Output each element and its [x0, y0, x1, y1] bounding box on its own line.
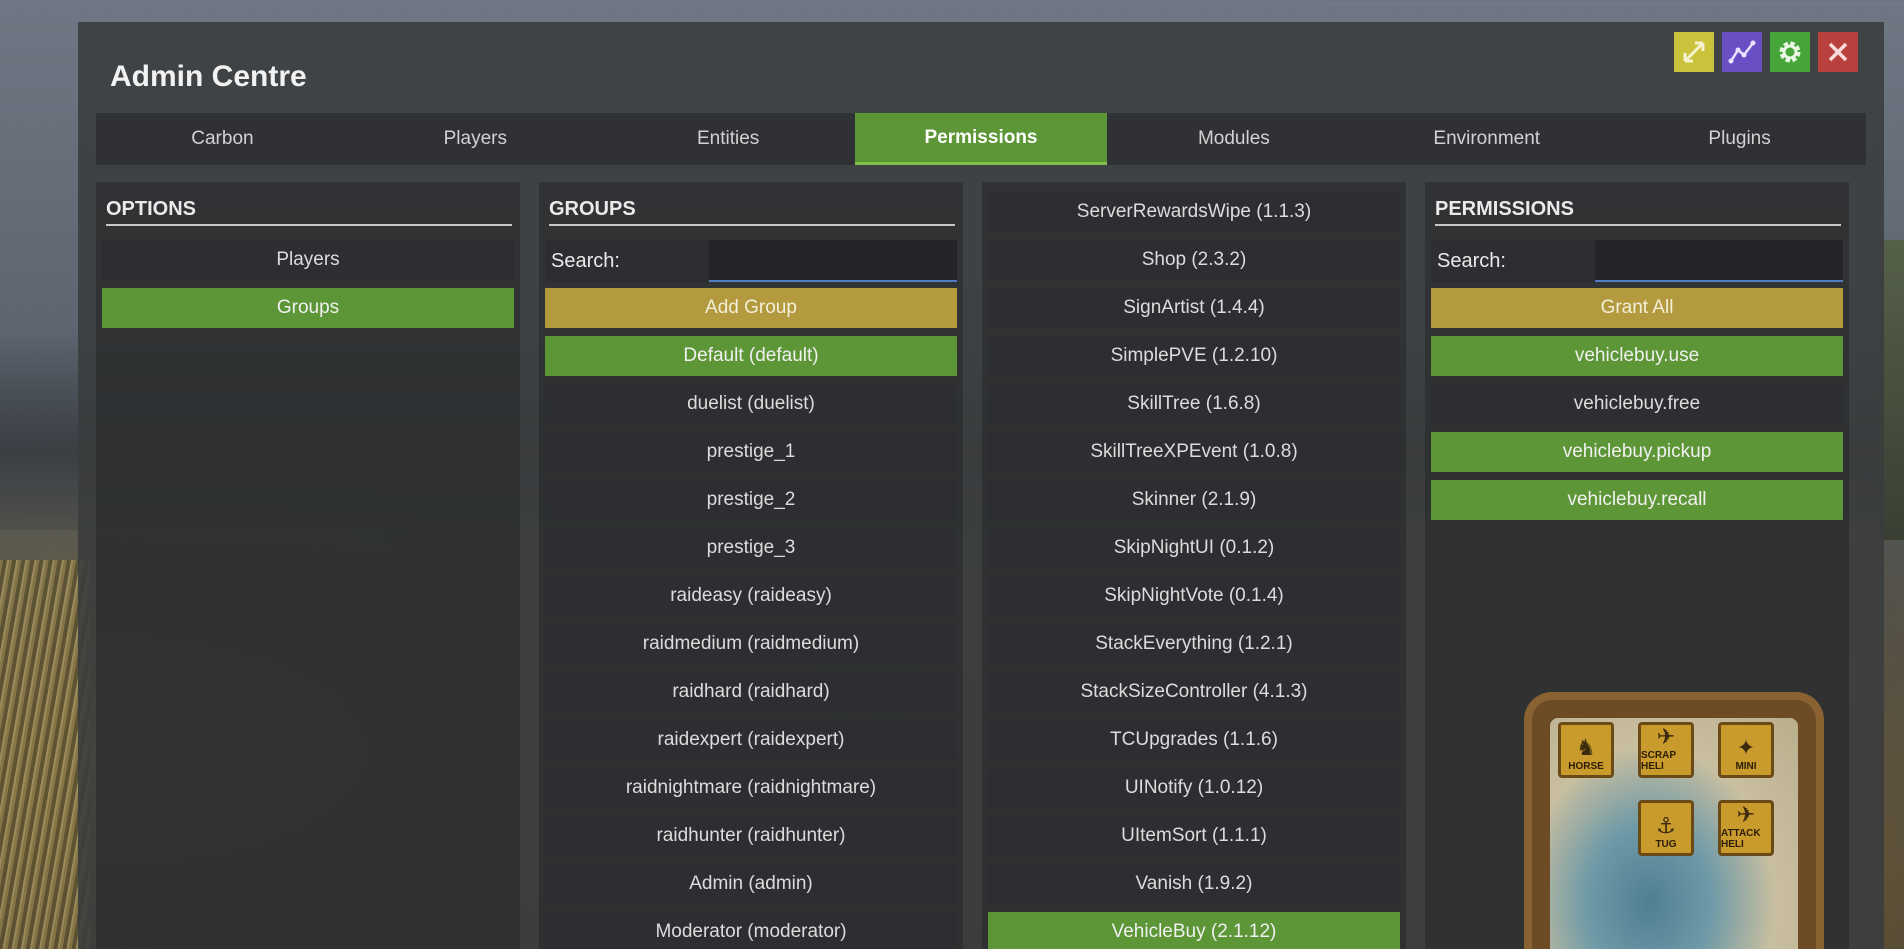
horse-icon[interactable]: ♞ HORSE [1558, 722, 1614, 778]
minicopter-icon[interactable]: ✦ MINI [1718, 722, 1774, 778]
gear-icon [1779, 41, 1801, 63]
permissions-header: PERMISSIONS [1435, 194, 1841, 226]
options-item-players[interactable]: Players [102, 240, 514, 280]
plugin-item[interactable]: SkillTree (1.6.8) [988, 384, 1400, 424]
plugin-item[interactable]: Skinner (2.1.9) [988, 480, 1400, 520]
plugin-item[interactable]: SkillTreeXPEvent (1.0.8) [988, 432, 1400, 472]
group-item[interactable]: raidnightmare (raidnightmare) [545, 768, 957, 808]
plugin-item-selected[interactable]: VehicleBuy (2.1.12) [988, 912, 1400, 949]
group-item[interactable]: raidhunter (raidhunter) [545, 816, 957, 856]
options-panel: OPTIONS Players Groups [96, 182, 520, 949]
plugin-item[interactable]: SignArtist (1.4.4) [988, 288, 1400, 328]
plugin-item[interactable]: StackSizeController (4.1.3) [988, 672, 1400, 712]
window-title: Admin Centre [110, 60, 307, 93]
permission-item[interactable]: vehiclebuy.free [1431, 384, 1843, 424]
groups-search: Search: [545, 240, 957, 282]
attack-heli-label: ATTACK HELI [1721, 828, 1761, 850]
groups-panel: GROUPS Search: Add Group Default (defaul… [539, 182, 963, 949]
plugin-item[interactable]: SimplePVE (1.2.10) [988, 336, 1400, 376]
group-item[interactable]: Default (default) [545, 336, 957, 376]
plugin-item[interactable]: UINotify (1.0.12) [988, 768, 1400, 808]
tab-players[interactable]: Players [349, 113, 602, 165]
background-grass [0, 560, 90, 949]
settings-button[interactable] [1770, 32, 1810, 72]
plugin-item[interactable]: ServerRewardsWipe (1.1.3) [988, 192, 1400, 232]
permissions-search-label: Search: [1437, 249, 1506, 272]
plugin-item[interactable]: StackEverything (1.2.1) [988, 624, 1400, 664]
permissions-search-input[interactable] [1595, 240, 1843, 282]
plugins-panel: ServerRewardsWipe (1.1.3) Shop (2.3.2) S… [982, 182, 1406, 949]
group-item[interactable]: raidexpert (raidexpert) [545, 720, 957, 760]
group-item[interactable]: Admin (admin) [545, 864, 957, 904]
add-group-button[interactable]: Add Group [545, 288, 957, 328]
group-item[interactable]: prestige_2 [545, 480, 957, 520]
group-item[interactable]: raidhard (raidhard) [545, 672, 957, 712]
plugin-item[interactable]: SkipNightUI (0.1.2) [988, 528, 1400, 568]
options-header: OPTIONS [106, 194, 512, 226]
plugin-item[interactable]: Shop (2.3.2) [988, 240, 1400, 280]
options-item-groups[interactable]: Groups [102, 288, 514, 328]
mini-label: MINI [1735, 761, 1757, 772]
plugin-item[interactable]: TCUpgrades (1.1.6) [988, 720, 1400, 760]
permission-item[interactable]: vehiclebuy.pickup [1431, 432, 1843, 472]
tab-entities[interactable]: Entities [602, 113, 855, 165]
close-icon [1828, 42, 1848, 62]
scrap-heli-icon[interactable]: ✈ SCRAP HELI [1638, 722, 1694, 778]
group-item[interactable]: raidmedium (raidmedium) [545, 624, 957, 664]
scrap-heli-label: SCRAP HELI [1641, 750, 1676, 772]
permission-item[interactable]: vehiclebuy.use [1431, 336, 1843, 376]
tab-permissions[interactable]: Permissions [854, 113, 1108, 165]
grant-all-button[interactable]: Grant All [1431, 288, 1843, 328]
chart-line-icon [1728, 40, 1756, 64]
permission-item[interactable]: vehiclebuy.recall [1431, 480, 1843, 520]
groups-header: GROUPS [549, 194, 955, 226]
fullscreen-icon [1683, 41, 1705, 63]
stats-button[interactable] [1722, 32, 1762, 72]
tab-carbon[interactable]: Carbon [96, 113, 349, 165]
group-item[interactable]: raideasy (raideasy) [545, 576, 957, 616]
permissions-search: Search: [1431, 240, 1843, 282]
group-item[interactable]: prestige_3 [545, 528, 957, 568]
close-button[interactable] [1818, 32, 1858, 72]
vehicle-map: ♞ HORSE ✈ SCRAP HELI ✦ MINI ⚓ TUG ✈ ATTA… [1550, 718, 1798, 949]
tug-label: TUG [1655, 839, 1677, 850]
vehicle-map-widget: ♞ HORSE ✈ SCRAP HELI ✦ MINI ⚓ TUG ✈ ATTA… [1524, 692, 1824, 949]
fullscreen-button[interactable] [1674, 32, 1714, 72]
group-item[interactable]: Moderator (moderator) [545, 912, 957, 949]
plugin-item[interactable]: UItemSort (1.1.1) [988, 816, 1400, 856]
horse-label: HORSE [1568, 761, 1604, 772]
attack-heli-icon[interactable]: ✈ ATTACK HELI [1718, 800, 1774, 856]
group-item[interactable]: duelist (duelist) [545, 384, 957, 424]
tab-environment[interactable]: Environment [1360, 113, 1613, 165]
groups-search-input[interactable] [709, 240, 957, 282]
plugin-item[interactable]: SkipNightVote (0.1.4) [988, 576, 1400, 616]
main-tabs: Carbon Players Entities Permissions Modu… [96, 113, 1866, 165]
tab-modules[interactable]: Modules [1107, 113, 1360, 165]
groups-search-label: Search: [551, 249, 620, 272]
tugboat-icon[interactable]: ⚓ TUG [1638, 800, 1694, 856]
tab-plugins[interactable]: Plugins [1613, 113, 1866, 165]
window-controls [1674, 32, 1858, 72]
group-item[interactable]: prestige_1 [545, 432, 957, 472]
plugin-item[interactable]: Vanish (1.9.2) [988, 864, 1400, 904]
